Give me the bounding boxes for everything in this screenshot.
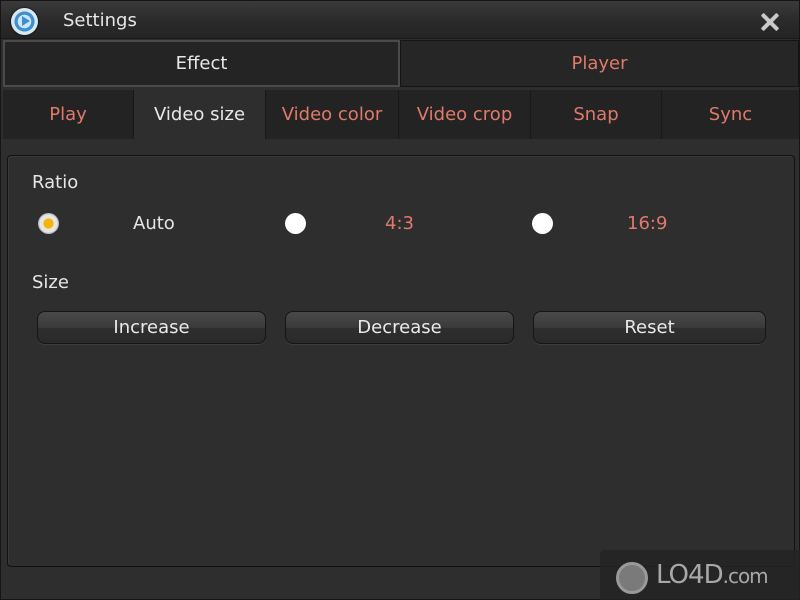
radio-16-9[interactable] — [532, 213, 553, 234]
radio-4-3-label[interactable]: 4:3 — [385, 213, 414, 234]
title-bar[interactable]: Settings — [1, 1, 799, 39]
tab-effect[interactable]: Effect — [3, 40, 400, 87]
sub-tab-bar: Play Video size Video color Video crop S… — [3, 90, 799, 139]
watermark-text: LO4D.com — [656, 560, 769, 590]
watermark: LO4D.com — [600, 550, 800, 600]
settings-window: Settings Effect Player Play Video size V… — [0, 0, 800, 600]
radio-4-3[interactable] — [285, 213, 306, 234]
tab-player[interactable]: Player — [400, 40, 799, 87]
close-icon[interactable] — [757, 9, 783, 35]
media-player-icon — [11, 8, 38, 35]
tab-play[interactable]: Play — [3, 90, 134, 139]
watermark-brand: LO4D — [656, 560, 724, 590]
reset-button[interactable]: Reset — [533, 311, 766, 344]
tab-sync[interactable]: Sync — [662, 90, 799, 139]
video-size-panel: Ratio Auto 4:3 16:9 Size Increase Decrea… — [7, 155, 795, 567]
radio-auto[interactable] — [38, 213, 59, 234]
watermark-suffix: .com — [722, 564, 769, 588]
decrease-button[interactable]: Decrease — [285, 311, 514, 344]
size-label: Size — [32, 272, 69, 293]
tab-snap[interactable]: Snap — [531, 90, 662, 139]
tab-video-crop[interactable]: Video crop — [399, 90, 531, 139]
radio-16-9-label[interactable]: 16:9 — [627, 213, 667, 234]
increase-button[interactable]: Increase — [37, 311, 266, 344]
window-title: Settings — [63, 10, 137, 31]
radio-auto-label[interactable]: Auto — [133, 213, 175, 234]
tab-video-size[interactable]: Video size — [134, 90, 266, 139]
lo4d-logo-icon — [608, 558, 652, 594]
ratio-label: Ratio — [32, 172, 79, 193]
tab-video-color[interactable]: Video color — [266, 90, 399, 139]
top-tab-bar: Effect Player — [3, 40, 799, 87]
